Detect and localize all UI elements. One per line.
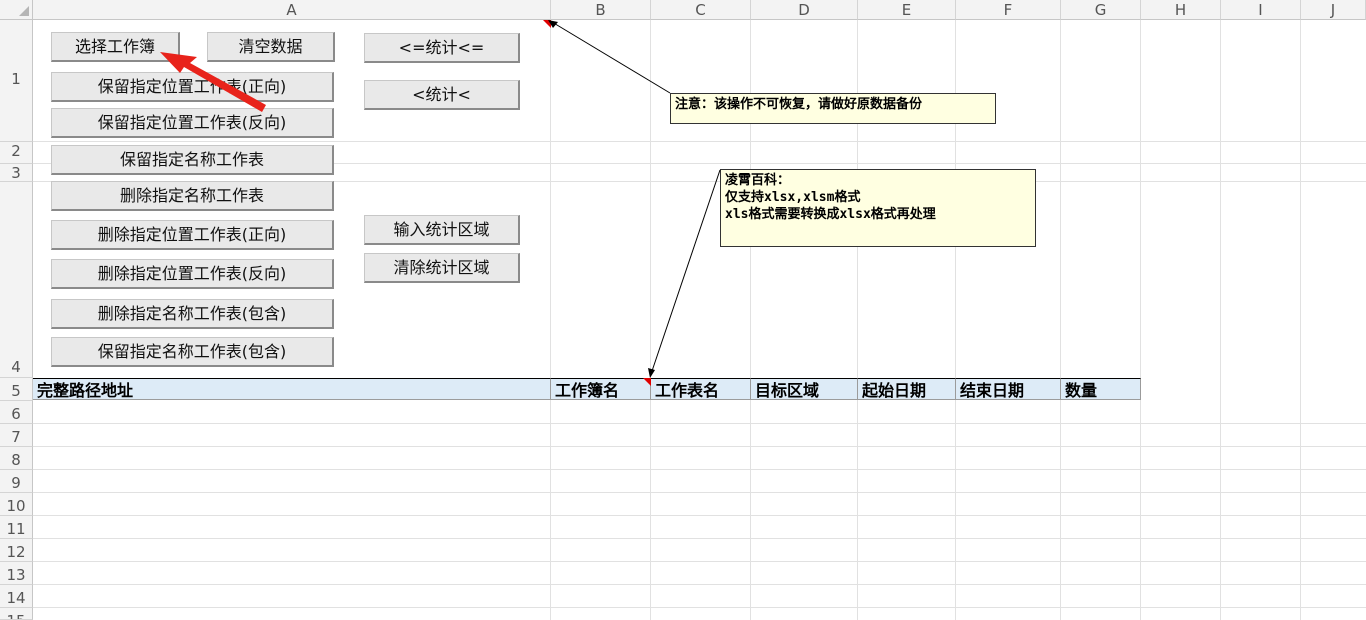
comment-connector-arrowhead <box>548 20 558 28</box>
spreadsheet-grid[interactable]: A B C D E F G H I J 1 2 3 4 5 6 7 8 9 10… <box>0 0 1366 620</box>
annotation-overlay <box>160 20 721 378</box>
comment-connector-line <box>551 21 671 94</box>
comment-connector-arrowhead <box>648 368 655 378</box>
comment-connector-line <box>650 169 721 375</box>
red-pointer-arrow <box>160 52 266 112</box>
